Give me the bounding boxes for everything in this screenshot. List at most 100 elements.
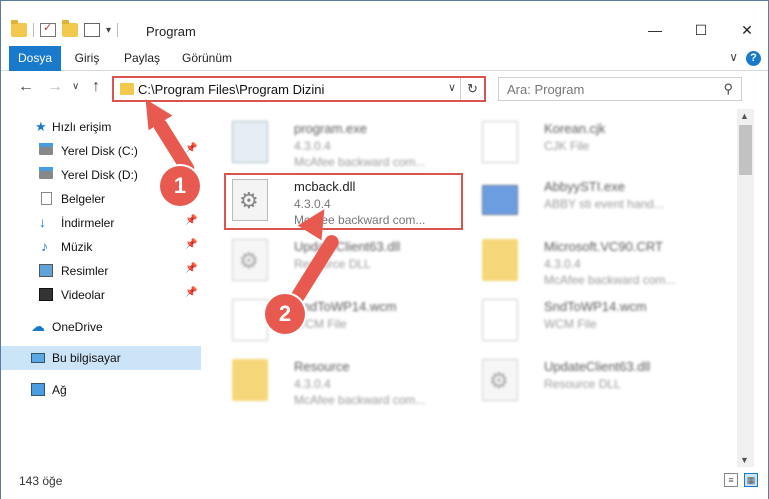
window-controls: — ☐ ✕	[632, 15, 769, 45]
tab-home[interactable]: Giriş	[65, 46, 109, 71]
sidebar-item-label: Resimler	[61, 264, 109, 278]
scroll-up-icon[interactable]: ▲	[740, 111, 749, 121]
file-type: CJK File	[544, 139, 590, 153]
address-path[interactable]: C:\Program Files\Program Dizini	[138, 82, 324, 97]
pin-icon[interactable]: 📌	[185, 215, 197, 226]
gear-file-icon	[232, 239, 268, 281]
documents-icon	[41, 192, 52, 205]
toolbar-separator	[33, 23, 34, 37]
file-description: McAfee backward com...	[294, 155, 426, 169]
vertical-scrollbar[interactable]: ▲ ▼	[737, 109, 754, 467]
file-name: program.exe	[294, 121, 367, 136]
sidebar-item-this-pc[interactable]: Bu bilgisayar	[1, 346, 201, 370]
file-item[interactable]: UpdateClient63.dll Resource DLL	[474, 353, 724, 409]
file-item[interactable]: UpdateClient63.dll Resource DLL	[224, 233, 474, 289]
sidebar-item-music[interactable]: ♪ Müzik 📌	[1, 235, 201, 259]
sidebar-item-network[interactable]: Ağ	[1, 378, 201, 402]
pin-icon[interactable]: 📌	[185, 287, 197, 298]
address-bar[interactable]: C:\Program Files\Program Dizini ∨ ↻	[112, 76, 486, 102]
search-input[interactable]: Ara: Program	[507, 82, 584, 97]
navigation-bar: ← → ∨ ↑ C:\Program Files\Program Dizini …	[1, 72, 768, 108]
file-item[interactable]: AbbyySTI.exe ABBY sti event hand...	[474, 173, 724, 229]
pin-icon[interactable]: 📌	[185, 263, 197, 274]
minimize-button[interactable]: —	[632, 15, 678, 45]
file-name: UpdateClient63.dll	[294, 239, 401, 254]
sidebar-item-onedrive[interactable]: ☁ OneDrive	[1, 315, 201, 339]
sidebar-item-label: Belgeler	[61, 192, 106, 206]
app-icon	[482, 185, 518, 215]
address-dropdown-icon[interactable]: ∨	[448, 81, 456, 94]
page-icon	[482, 121, 518, 163]
folder-icon	[232, 359, 268, 401]
file-description: McAfee backward com...	[294, 393, 426, 407]
ribbon-tabs: Dosya Giriş Paylaş Görünüm ∨ ?	[1, 46, 768, 71]
details-view-icon[interactable]: ≡	[724, 473, 738, 487]
file-item[interactable]: Resource 4.3.0.4 McAfee backward com...	[224, 353, 474, 409]
quick-access-toolbar: ▾	[11, 20, 119, 37]
status-bar: 143 öğe ≡ ▦	[1, 467, 768, 499]
help-icon[interactable]: ?	[746, 51, 761, 66]
tab-view[interactable]: Görünüm	[176, 46, 238, 71]
forward-button[interactable]: →	[47, 78, 63, 96]
file-name: UpdateClient63.dll	[544, 359, 651, 374]
sidebar-item-label: OneDrive	[52, 320, 103, 334]
maximize-button[interactable]: ☐	[678, 15, 724, 45]
disk-icon	[39, 167, 53, 179]
search-box[interactable]: Ara: Program ⚲	[498, 77, 742, 101]
close-button[interactable]: ✕	[724, 15, 769, 45]
up-button[interactable]: ↑	[92, 78, 100, 96]
search-icon[interactable]: ⚲	[723, 81, 733, 97]
highlight-box	[224, 173, 463, 230]
file-name: Korean.cjk	[544, 121, 606, 136]
sidebar-item-downloads[interactable]: ↓ İndirmeler 📌	[1, 211, 201, 235]
scroll-down-icon[interactable]: ▼	[740, 455, 749, 465]
file-item[interactable]: Microsoft.VC90.CRT 4.3.0.4 McAfee backwa…	[474, 233, 724, 289]
properties-icon[interactable]	[40, 21, 56, 37]
sidebar-item-label: Ağ	[52, 383, 67, 397]
file-item[interactable]: Korean.cjk CJK File	[474, 115, 724, 171]
pin-icon[interactable]: 📌	[185, 143, 197, 154]
this-pc-icon	[31, 353, 45, 363]
file-item[interactable]: SndToWP14.wcm WCM File	[224, 293, 474, 349]
ribbon-expand-icon[interactable]: ∨	[729, 50, 738, 64]
star-icon: ★	[35, 119, 47, 134]
exe-icon	[232, 121, 268, 163]
sidebar-item-videos[interactable]: Videolar 📌	[1, 283, 201, 307]
file-description: McAfee backward com...	[544, 273, 676, 287]
sidebar-item-pictures[interactable]: Resimler 📌	[1, 259, 201, 283]
file-list: program.exe 4.3.0.4 McAfee backward com.…	[202, 109, 737, 467]
toolbar-separator	[117, 23, 119, 37]
sidebar-item-label: İndirmeler	[61, 216, 115, 230]
pictures-icon	[39, 264, 53, 277]
large-icons-view-icon[interactable]: ▦	[744, 473, 758, 487]
chevron-down-icon[interactable]: ▾	[106, 25, 111, 36]
recent-locations-button[interactable]: ∨	[72, 81, 79, 92]
file-version: 4.3.0.4	[294, 377, 331, 391]
gear-file-icon	[482, 359, 518, 401]
folder-icon[interactable]	[11, 20, 27, 37]
folder-icon	[120, 83, 134, 95]
customize-icon[interactable]	[84, 23, 100, 37]
new-folder-icon[interactable]	[62, 20, 78, 37]
tab-file[interactable]: Dosya	[9, 46, 61, 71]
file-version: 4.3.0.4	[544, 257, 581, 271]
page-icon	[482, 299, 518, 341]
file-name: SndToWP14.wcm	[294, 299, 397, 314]
tab-share[interactable]: Paylaş	[117, 46, 167, 71]
file-name: SndToWP14.wcm	[544, 299, 647, 314]
file-name: Microsoft.VC90.CRT	[544, 239, 663, 254]
sidebar-item-label: Videolar	[61, 288, 105, 302]
music-icon: ♪	[41, 238, 48, 254]
downloads-icon: ↓	[39, 214, 46, 230]
file-item[interactable]: program.exe 4.3.0.4 McAfee backward com.…	[224, 115, 474, 171]
onedrive-icon: ☁	[31, 318, 45, 334]
scrollbar-thumb[interactable]	[739, 125, 752, 175]
sidebar-item-label: Bu bilgisayar	[52, 351, 121, 365]
disk-icon	[39, 143, 53, 155]
file-item[interactable]: SndToWP14.wcm WCM File	[474, 293, 724, 349]
step-1-badge: 1	[160, 166, 200, 206]
back-button[interactable]: ←	[18, 78, 34, 96]
title-bar: ▾ Program — ☐ ✕	[1, 1, 768, 46]
pin-icon[interactable]: 📌	[185, 239, 197, 250]
refresh-button[interactable]: ↻	[460, 78, 484, 100]
